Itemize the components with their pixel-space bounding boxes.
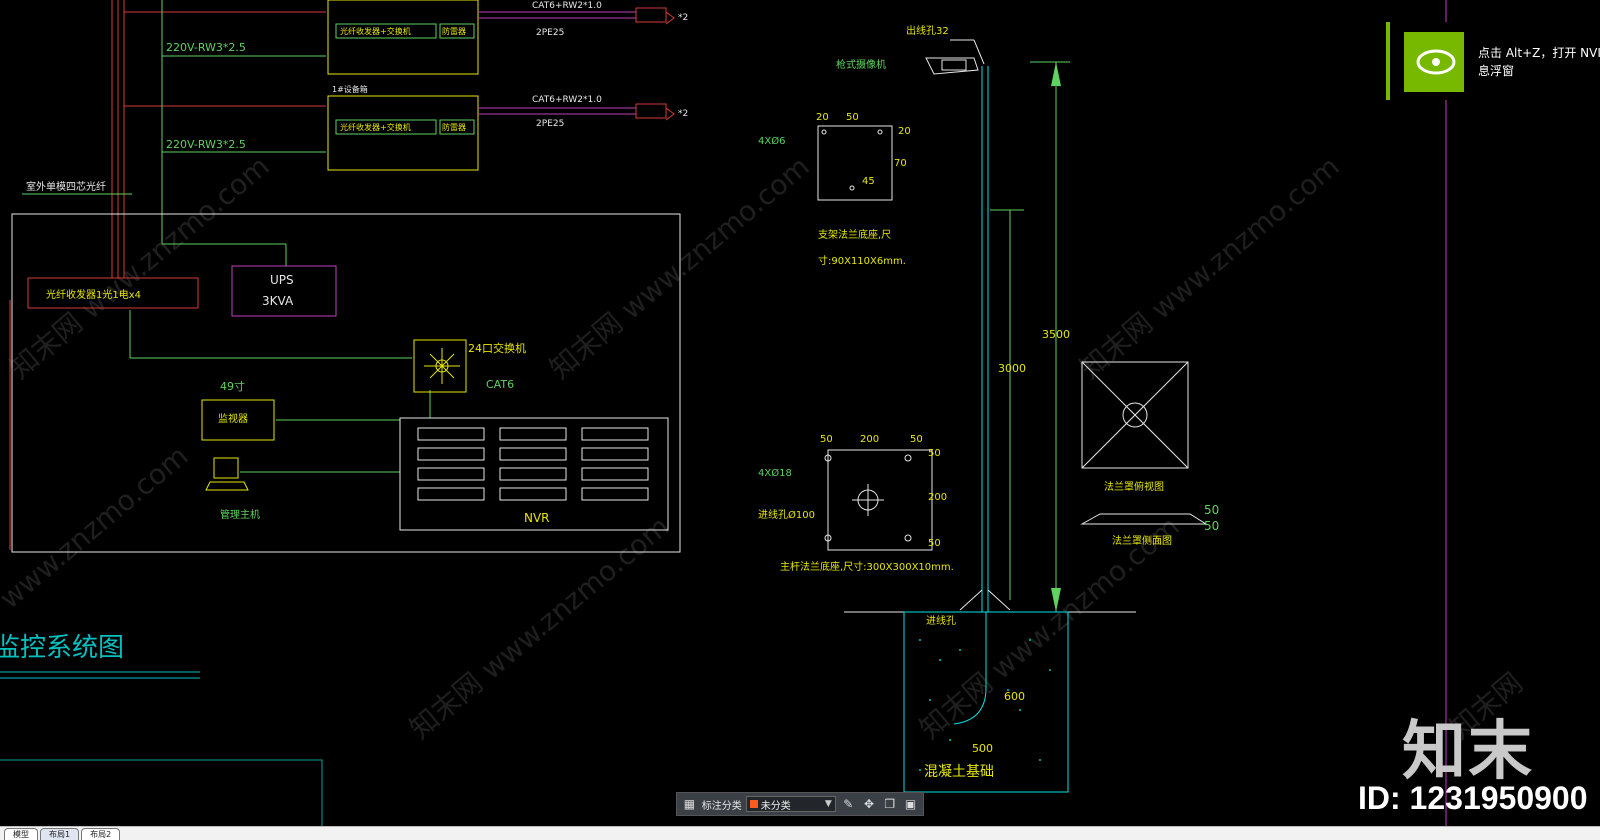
svg-text:知末网 www.znzmo.com: 知末网 www.znzmo.com bbox=[403, 509, 675, 745]
nvidia-overlay-popup[interactable]: 点击 Alt+Z，打开 NVIDIA 息浮窗 bbox=[1386, 22, 1600, 100]
layout-tab-bar: 模型 布局1 布局2 bbox=[0, 826, 1600, 840]
switch-icon bbox=[413, 339, 467, 393]
flange-inlet: 进线孔Ø100 bbox=[758, 508, 815, 521]
main-flange bbox=[824, 449, 933, 551]
inlet-label: 进线孔 bbox=[926, 614, 956, 627]
svg-text:知末网 www.znzmo.com: 知末网 www.znzmo.com bbox=[543, 149, 815, 385]
bracket-dim-a: 20 bbox=[816, 112, 829, 123]
move-icon[interactable]: ✥ bbox=[861, 795, 878, 813]
cover-dim-a: 50 bbox=[1204, 503, 1219, 517]
diagonal-watermarks: 知末网 www.znzmo.com 知末网 www.znzmo.com 知末网 … bbox=[0, 149, 1529, 745]
monitor-size: 49寸 bbox=[220, 379, 245, 393]
top-pe-1: 2PE25 bbox=[536, 28, 564, 38]
paste-icon[interactable]: ▣ bbox=[902, 795, 919, 813]
system-title: 监控系统图 bbox=[0, 633, 124, 663]
nvidia-logo-icon bbox=[1404, 32, 1464, 92]
tab-layout1[interactable]: 布局1 bbox=[40, 828, 80, 840]
flange-dim-a: 50 bbox=[820, 434, 833, 445]
frame-corner bbox=[0, 759, 323, 826]
ups-line2: 3KVA bbox=[262, 294, 294, 308]
outlet-label: 出线孔32 bbox=[906, 24, 949, 37]
flange-holes: 4XØ18 bbox=[758, 467, 792, 479]
top-pe-2: 2PE25 bbox=[536, 119, 564, 129]
nvidia-hint-line2: 息浮窗 bbox=[1478, 64, 1515, 78]
pole bbox=[925, 39, 1024, 613]
wiring-lines bbox=[22, 0, 431, 473]
svg-text:知末网 www.znzmo.com: 知末网 www.znzmo.com bbox=[1073, 149, 1345, 385]
flange-cover-side bbox=[1080, 513, 1208, 525]
flange-dim-f: 50 bbox=[928, 538, 941, 549]
fiber-label: 室外单模四芯光纤 bbox=[26, 180, 106, 193]
flange-dim-e: 200 bbox=[928, 492, 947, 503]
nvr-label: NVR bbox=[524, 511, 550, 525]
flange-dim-c: 50 bbox=[910, 434, 923, 445]
chevron-down-icon: ▼ bbox=[824, 799, 832, 809]
bracket-title: 支架法兰底座,尺 bbox=[818, 228, 891, 241]
grid-icon[interactable]: ▦ bbox=[681, 795, 698, 813]
category-select-value: 未分类 bbox=[760, 800, 791, 812]
cover-top-label: 法兰罩俯视图 bbox=[1104, 480, 1164, 493]
category-select[interactable]: 未分类 ▼ bbox=[745, 796, 836, 812]
flange-title: 主杆法兰底座,尺寸:300X300X10mm. bbox=[780, 560, 954, 573]
nvidia-hint-line1: 点击 Alt+Z，打开 NVIDIA bbox=[1478, 46, 1600, 60]
svg-text:www.znzmo.com: www.znzmo.com bbox=[0, 439, 194, 615]
computer-icon bbox=[205, 457, 249, 491]
top-cable-2: CAT6+RW2*1.0 bbox=[532, 95, 602, 105]
foundation-label: 混凝土基础 bbox=[924, 763, 994, 780]
copy-icon[interactable]: ❐ bbox=[881, 795, 898, 813]
host-label: 管理主机 bbox=[220, 508, 260, 521]
cad-drawing[interactable]: 知末网 www.znzmo.com 知末网 www.znzmo.com 知末网 … bbox=[0, 0, 1600, 826]
bracket-dim-c: 20 bbox=[898, 126, 911, 137]
category-color-swatch bbox=[749, 800, 758, 808]
cam-count-1: *2 bbox=[678, 13, 688, 23]
switch-label: 24口交换机 bbox=[468, 341, 526, 355]
flange-dim-b: 200 bbox=[860, 434, 879, 445]
tab-layout2[interactable]: 布局2 bbox=[81, 828, 121, 840]
width-dim: 500 bbox=[972, 742, 993, 755]
bracket-flange bbox=[817, 125, 893, 201]
flange-cover-top bbox=[1081, 361, 1189, 469]
power-label-2: 220V-RW3*2.5 bbox=[166, 138, 246, 151]
nvidia-accent-bar bbox=[1386, 22, 1390, 100]
box2-inner-label: 光纤收发器+交换机 bbox=[340, 122, 411, 132]
annotation-category-label: 标注分类 bbox=[701, 800, 742, 812]
edit-icon[interactable]: ✎ bbox=[840, 795, 857, 813]
camera-label: 枪式摄像机 bbox=[836, 58, 886, 71]
bracket-dim-d: 70 bbox=[894, 158, 907, 169]
bracket-dim-b: 50 bbox=[846, 112, 859, 123]
device-label: 1#设备箱 bbox=[332, 84, 368, 94]
ups-line1: UPS bbox=[270, 273, 294, 287]
depth-dim: 600 bbox=[1004, 690, 1025, 703]
box1-inner-label: 光纤收发器+交换机 bbox=[340, 26, 411, 36]
bracket-holes: 4XØ6 bbox=[758, 135, 785, 147]
cover-dim-b: 50 bbox=[1204, 519, 1219, 533]
transceiver-label: 光纤收发器1光1电x4 bbox=[46, 288, 141, 301]
flange-dim-d: 50 bbox=[928, 448, 941, 459]
power-label-1: 220V-RW3*2.5 bbox=[166, 41, 246, 54]
watermark-id: ID: 1231950900 bbox=[1358, 780, 1588, 816]
box2-side-label: 防雷器 bbox=[442, 122, 466, 132]
bracket-dim-e: 45 bbox=[862, 176, 875, 187]
watermark-brand: 知末 bbox=[1402, 715, 1534, 789]
bracket-size: 寸:90X110X6mm. bbox=[818, 254, 906, 267]
top-cable-1: CAT6+RW2*1.0 bbox=[532, 1, 602, 11]
nvidia-hint-text: 点击 Alt+Z，打开 NVIDIA 息浮窗 bbox=[1478, 44, 1600, 80]
camera-symbols bbox=[635, 7, 675, 121]
dim-arrow-top bbox=[1051, 62, 1061, 86]
height-total: 3500 bbox=[1042, 328, 1070, 341]
cover-side-label: 法兰罩侧面图 bbox=[1112, 534, 1172, 547]
box1-side-label: 防雷器 bbox=[442, 26, 466, 36]
cam-count-2: *2 bbox=[678, 109, 688, 119]
cad-drawing-canvas[interactable]: 知末网 www.znzmo.com 知末网 www.znzmo.com 知末网 … bbox=[0, 0, 1600, 826]
height-pole: 3000 bbox=[998, 362, 1026, 375]
annotation-toolbar: ▦ 标注分类 未分类 ▼ ✎ ✥ ❐ ▣ bbox=[676, 792, 924, 816]
switch-cable: CAT6 bbox=[486, 378, 514, 391]
monitor-label: 监视器 bbox=[218, 412, 248, 425]
tab-model[interactable]: 模型 bbox=[4, 828, 38, 840]
